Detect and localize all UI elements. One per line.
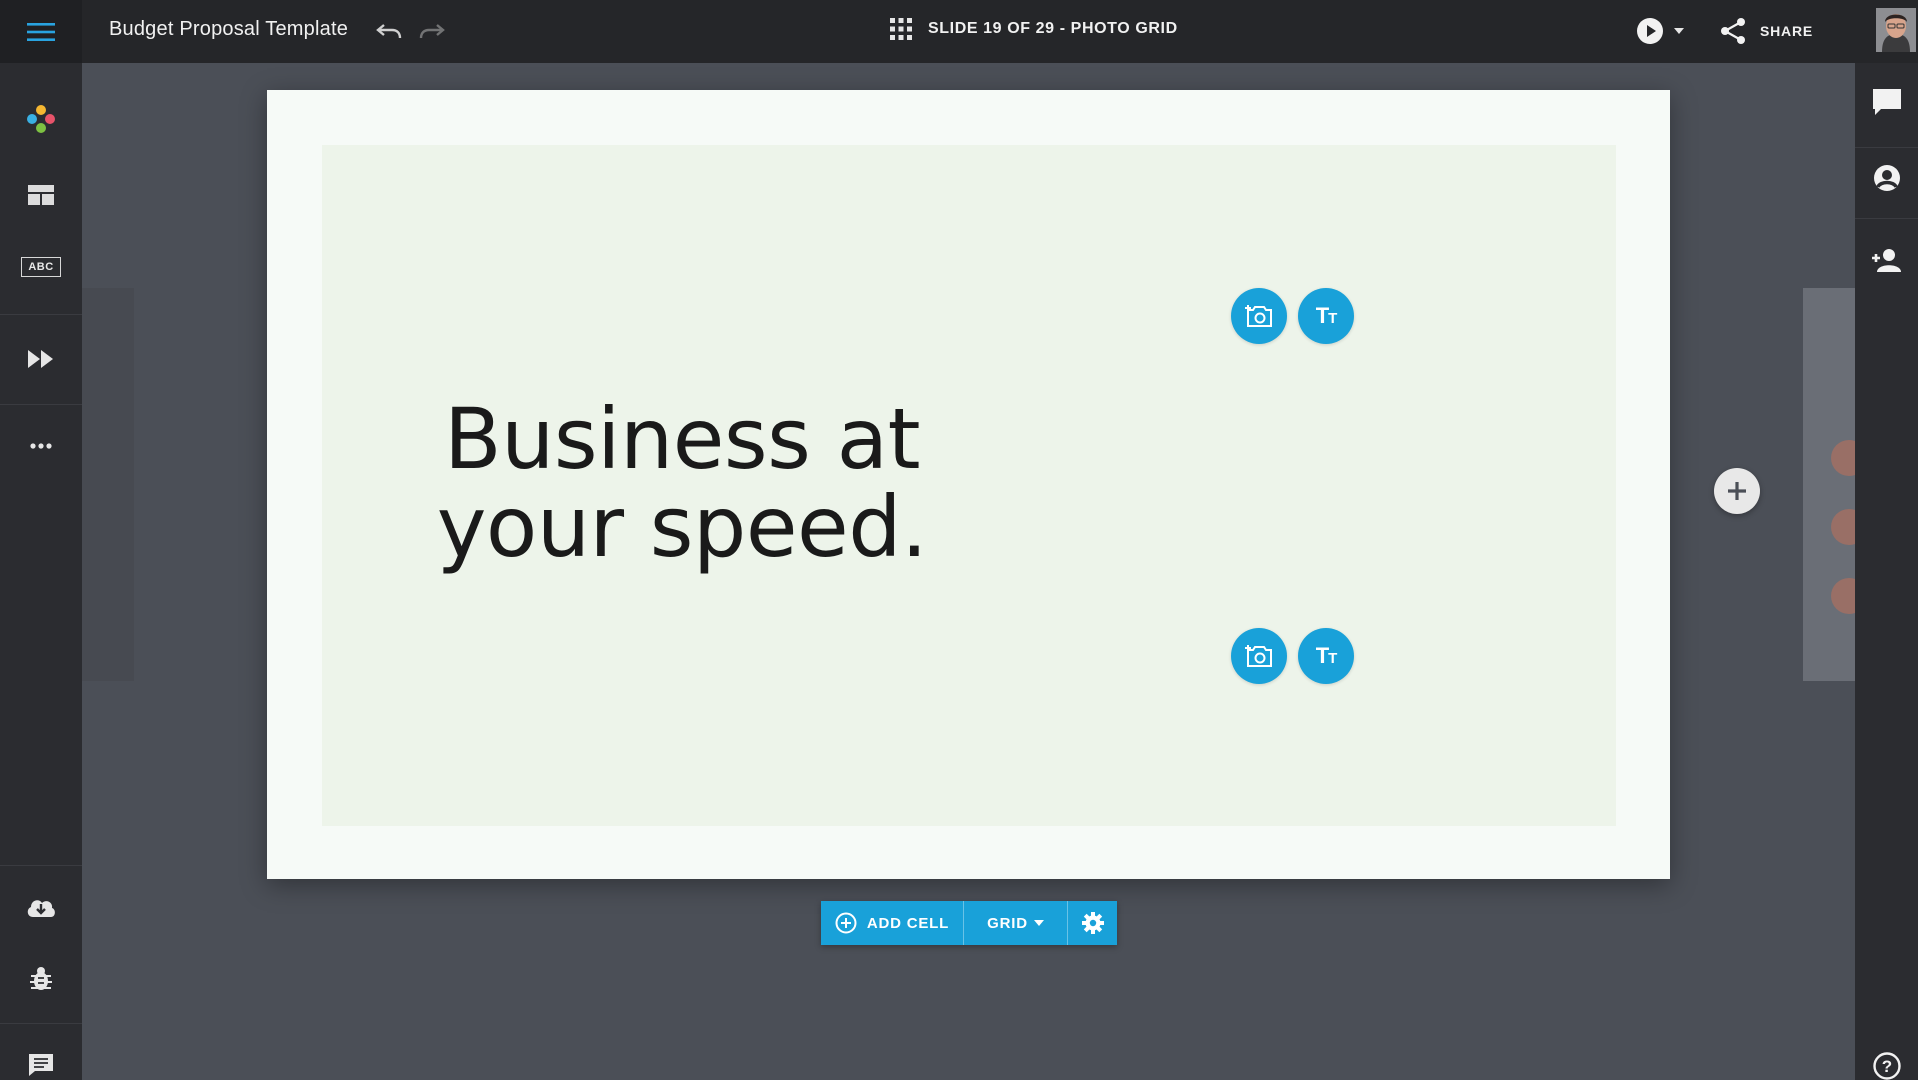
speaker-notes-button[interactable] — [0, 1029, 82, 1080]
right-sidebar: ? — [1855, 63, 1918, 1080]
photo-grid-cell[interactable]: Business at your speed. TT TT — [322, 145, 1616, 826]
add-photo-button-bottom[interactable] — [1231, 628, 1287, 684]
slide-canvas[interactable]: Business at your speed. TT TT — [267, 90, 1670, 879]
grid-dropdown-button[interactable]: GRID — [963, 901, 1067, 945]
add-photo-icon — [1245, 305, 1272, 327]
account-icon — [1873, 165, 1900, 191]
gear-icon — [1081, 912, 1104, 934]
slide-navigator[interactable]: SLIDE 19 OF 29 - PHOTO GRID — [890, 18, 1178, 40]
report-bug-button[interactable] — [0, 943, 82, 1015]
cloud-download-icon — [27, 900, 55, 917]
fast-forward-icon — [28, 350, 53, 368]
comment-icon — [1872, 89, 1901, 115]
transitions-button[interactable] — [0, 323, 82, 395]
redo-icon — [419, 24, 445, 39]
comments-button[interactable] — [1855, 67, 1918, 137]
slide-indicator: SLIDE 19 OF 29 - PHOTO GRID — [928, 20, 1178, 37]
account-button[interactable] — [1855, 143, 1918, 213]
chevron-down-icon — [1033, 920, 1044, 926]
text-format-icon: TT — [1315, 303, 1338, 328]
avatar-image — [1876, 8, 1916, 52]
left-sidebar: ABC — [0, 63, 82, 1080]
download-button[interactable] — [0, 871, 82, 943]
grid-dots-icon — [890, 18, 912, 40]
notes-icon — [29, 1054, 53, 1076]
share-button[interactable]: SHARE — [1720, 17, 1813, 45]
text-styles-button[interactable]: ABC — [0, 231, 82, 303]
play-icon — [1637, 18, 1663, 44]
add-cell-button[interactable]: ADD CELL — [821, 901, 963, 945]
previous-slide-preview[interactable] — [82, 288, 134, 681]
text-styles-icon: ABC — [21, 257, 61, 277]
headline-line-1: Business at — [443, 390, 921, 488]
help-button[interactable]: ? — [1855, 1031, 1918, 1080]
layouts-button[interactable] — [0, 159, 82, 231]
text-format-icon: TT — [1315, 643, 1338, 668]
add-slide-button[interactable] — [1714, 468, 1760, 514]
next-slide-preview[interactable] — [1803, 288, 1855, 681]
grid-toolbar: ADD CELL GRID — [821, 901, 1117, 945]
app-logo-button[interactable] — [0, 83, 82, 155]
grid-label: GRID — [987, 914, 1028, 932]
hamburger-menu-button[interactable] — [0, 0, 82, 63]
headline-line-2: your speed. — [436, 478, 928, 576]
add-photo-icon — [1245, 645, 1272, 667]
more-button[interactable] — [0, 410, 82, 482]
layout-icon — [28, 185, 54, 205]
slide-headline[interactable]: Business at your speed. — [422, 395, 942, 571]
user-avatar[interactable] — [1876, 8, 1916, 52]
share-label: SHARE — [1760, 23, 1814, 39]
add-circle-icon — [835, 912, 857, 934]
add-person-icon — [1871, 249, 1901, 272]
undo-icon — [376, 24, 402, 39]
logo-dots-icon — [27, 105, 55, 133]
top-bar: Budget Proposal Template SLIDE 19 OF 29 … — [0, 0, 1918, 63]
add-cell-label: ADD CELL — [866, 914, 950, 932]
hamburger-icon — [27, 22, 55, 41]
add-text-button-bottom[interactable]: TT — [1298, 628, 1354, 684]
help-icon: ? — [1872, 1052, 1901, 1080]
chevron-down-icon — [1674, 28, 1684, 34]
plus-icon — [1728, 482, 1746, 500]
grid-settings-button[interactable] — [1067, 901, 1117, 945]
add-photo-button-top[interactable] — [1231, 288, 1287, 344]
undo-button[interactable] — [374, 16, 404, 46]
bug-icon — [30, 967, 52, 990]
share-icon — [1721, 18, 1745, 44]
help-label: ? — [1881, 1057, 1891, 1076]
present-button[interactable] — [1636, 17, 1684, 45]
more-icon — [30, 443, 52, 449]
invite-collaborator-button[interactable] — [1855, 225, 1918, 295]
redo-button[interactable] — [417, 16, 447, 46]
add-text-button-top[interactable]: TT — [1298, 288, 1354, 344]
document-title[interactable]: Budget Proposal Template — [109, 18, 348, 41]
